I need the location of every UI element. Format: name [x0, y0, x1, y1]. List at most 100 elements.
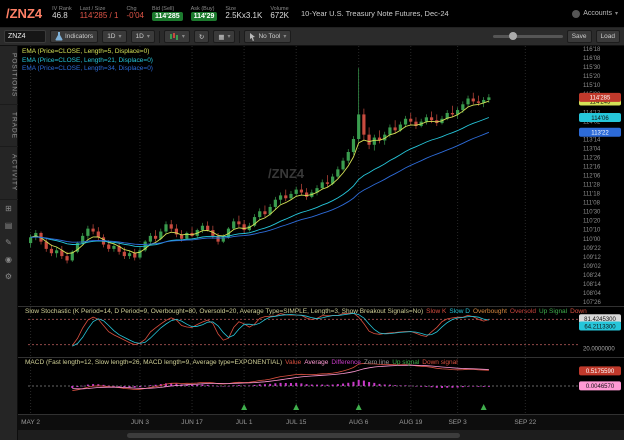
account-avatar-icon	[572, 10, 580, 18]
ema34-legend[interactable]: EMA (Price=CLOSE, Length=34, Displace=0)	[22, 65, 153, 74]
macd-legend-value[interactable]: Value	[285, 359, 301, 366]
svg-text:110'00: 110'00	[583, 237, 601, 243]
time-axis-label: JUN 3	[131, 419, 149, 426]
svg-text:108'04: 108'04	[583, 291, 601, 297]
stoch-legend-down[interactable]: Down	[570, 308, 587, 315]
svg-text:109'02: 109'02	[583, 264, 601, 270]
macd-title-text: MACD (Fast length=12, Slow length=26, MA…	[25, 359, 282, 366]
instrument-description: 10-Year U.S. Treasury Note Futures, Dec-…	[301, 9, 449, 18]
no-tool-label: No Tool	[258, 33, 280, 40]
stoch-legend-upsignal[interactable]: Up Signal	[539, 308, 567, 315]
bid-stat: Bid (Sell) 114'285	[152, 6, 183, 22]
scrollbar-thumb[interactable]	[127, 433, 460, 438]
sidebar-tab-trade[interactable]: TRADE	[0, 105, 18, 147]
ask-button[interactable]: 114'29	[191, 12, 218, 22]
svg-text:109'12: 109'12	[583, 255, 601, 261]
symbol-title: /ZNZ4	[6, 6, 42, 21]
macd-legend-upsignal[interactable]: Up signal	[392, 359, 419, 366]
volume-stat: Volume 672K	[270, 6, 289, 21]
chevron-down-icon: ▾	[182, 33, 185, 40]
aggregation-dropdown[interactable]: 1D ▾	[131, 30, 155, 43]
macd-legend-downsignal[interactable]: Down signal	[422, 359, 457, 366]
time-axis[interactable]: MAY 2JUN 3JUN 17JUL 1JUL 15AUG 6AUG 19SE…	[18, 414, 624, 430]
indicators-button[interactable]: Indicators	[50, 30, 98, 43]
iv-rank-stat: IV Rank 46.8	[52, 6, 72, 21]
svg-text:112'16: 112'16	[583, 164, 601, 170]
svg-text:109'22: 109'22	[583, 246, 601, 252]
chevron-down-icon: ▾	[615, 10, 618, 17]
calculator-icon[interactable]: ⊞	[5, 200, 12, 217]
svg-text:108'24: 108'24	[583, 273, 601, 279]
stoch-legend-oversold[interactable]: Oversold	[510, 308, 536, 315]
size-stat: Size 2.5Kx3.1K	[225, 6, 262, 21]
svg-text:111'08: 111'08	[583, 201, 601, 207]
svg-text:110'30: 110'30	[583, 210, 601, 216]
ask-label: Ask (Buy)	[191, 6, 218, 12]
zoom-slider[interactable]	[493, 35, 563, 38]
macd-legend-difference[interactable]: Difference	[331, 359, 361, 366]
price-chart-canvas[interactable]: 116'18116'08115'30115'20115'10115'00114'…	[18, 46, 624, 306]
chart-toolbar: Indicators 1D ▾ 1D ▾ ▾ ↻ ▦ ▾ N	[0, 28, 624, 46]
svg-text:116'18: 116'18	[583, 47, 601, 53]
macd-legend-average[interactable]: Average	[304, 359, 328, 366]
stochastic-title-text: Slow Stochastic (K Period=14, D Period=9…	[25, 308, 423, 315]
svg-text:116'08: 116'08	[583, 56, 601, 62]
save-button[interactable]: Save	[567, 30, 592, 43]
chart-style-button[interactable]: ▾	[164, 30, 190, 43]
symbol-input[interactable]	[4, 30, 46, 43]
ema5-legend[interactable]: EMA (Price=CLOSE, Length=5, Displace=0)	[22, 48, 153, 57]
symbol-watermark: /ZNZ4	[268, 166, 304, 181]
candle-style-icon	[169, 32, 179, 41]
horizontal-scrollbar[interactable]	[18, 430, 624, 440]
sidebar-tab-activity[interactable]: ACTIVITY	[0, 147, 18, 199]
stoch-legend-slowd[interactable]: Slow D	[449, 308, 470, 315]
macd-canvas[interactable]: 0.51755900.0046570	[18, 358, 624, 414]
stochastic-pane[interactable]: Slow Stochastic (K Period=14, D Period=9…	[18, 307, 624, 357]
timeframe-value: 1D	[107, 33, 115, 40]
draw-icon[interactable]: ✎	[5, 234, 12, 251]
timeframe-dropdown[interactable]: 1D ▾	[102, 30, 126, 43]
macd-legend-zeroline[interactable]: Zero line	[364, 359, 389, 366]
svg-text:110'10: 110'10	[583, 228, 601, 234]
watchlist-icon[interactable]: ▤	[5, 217, 13, 234]
svg-text:115'30: 115'30	[583, 65, 601, 71]
svg-text:114'285: 114'285	[590, 96, 611, 102]
gear-icon[interactable]: ⚙	[5, 268, 12, 285]
accounts-menu[interactable]: Accounts ▾	[572, 10, 618, 18]
drawing-tool-dropdown[interactable]: No Tool ▾	[244, 30, 291, 43]
refresh-icon: ↻	[199, 33, 204, 41]
chevron-down-icon: ▾	[227, 33, 230, 40]
svg-text:108'14: 108'14	[583, 282, 601, 288]
size-value: 2.5Kx3.1K	[225, 12, 262, 21]
aggregation-value: 1D	[136, 33, 144, 40]
left-sidebar: POSITIONS TRADE ACTIVITY ⊞ ▤ ✎ ◉ ⚙	[0, 46, 18, 440]
chart-region: EMA (Price=CLOSE, Length=5, Displace=0) …	[18, 46, 624, 440]
stochastic-title: Slow Stochastic (K Period=14, D Period=9…	[22, 308, 587, 315]
grid-layout-dropdown[interactable]: ▦ ▾	[213, 30, 235, 43]
users-icon[interactable]: ◉	[5, 251, 12, 268]
svg-text:64.2113300: 64.2113300	[584, 324, 616, 330]
ema21-legend[interactable]: EMA (Price=CLOSE, Length=21, Displace=0)	[22, 57, 153, 66]
header: /ZNZ4 IV Rank 46.8 Last / Size 114'285 /…	[0, 0, 624, 28]
time-axis-label: AUG 6	[349, 419, 369, 426]
price-pane[interactable]: EMA (Price=CLOSE, Length=5, Displace=0) …	[18, 46, 624, 306]
sidebar-tab-positions[interactable]: POSITIONS	[0, 46, 18, 105]
bid-label: Bid (Sell)	[152, 6, 183, 12]
ask-stat: Ask (Buy) 114'29	[191, 6, 218, 22]
indicators-label: Indicators	[65, 33, 93, 40]
svg-text:115'20: 115'20	[583, 74, 601, 80]
time-axis-label: JUN 17	[181, 419, 203, 426]
load-button[interactable]: Load	[596, 30, 620, 43]
svg-text:113'14: 113'14	[583, 137, 601, 143]
refresh-button[interactable]: ↻	[194, 30, 209, 43]
time-axis-label: SEP 3	[448, 419, 466, 426]
svg-text:113'22: 113'22	[591, 131, 609, 137]
stoch-legend-overbought[interactable]: Overbought	[473, 308, 507, 315]
bid-button[interactable]: 114'285	[152, 12, 183, 22]
svg-text:107'26: 107'26	[583, 300, 601, 306]
zoom-slider-handle[interactable]	[509, 32, 517, 40]
svg-text:0.0046570: 0.0046570	[586, 384, 615, 390]
macd-pane[interactable]: MACD (Fast length=12, Slow length=26, MA…	[18, 358, 624, 414]
stoch-legend-slowk[interactable]: Slow K	[426, 308, 446, 315]
save-label: Save	[572, 33, 587, 40]
